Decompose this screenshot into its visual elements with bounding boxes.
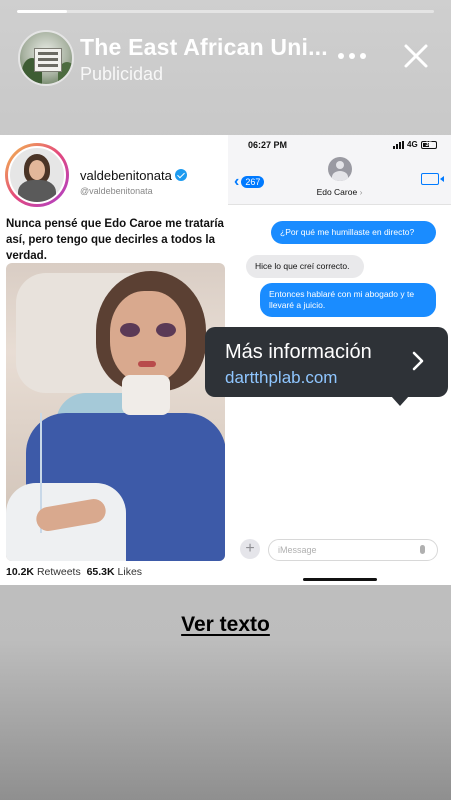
message-bubble: ¿Por qué me humillaste en directo?: [271, 221, 436, 244]
message-bubble: Entonces hablaré con mi abogado y te lle…: [260, 283, 436, 317]
chevron-right-icon[interactable]: [411, 349, 425, 373]
tooltip-title: Más información: [225, 341, 372, 363]
tweet-stats: 10.2K Retweets 65.3K Likes: [6, 566, 143, 578]
more-dots-icon: [360, 53, 366, 59]
video-call-icon: [421, 173, 439, 185]
network-label: 4G: [407, 140, 418, 149]
photo-face: [110, 291, 186, 383]
imessage-input: iMessage: [268, 539, 438, 561]
photo-eye: [120, 323, 140, 337]
photo-eye: [156, 323, 176, 337]
story-header: The East African Uni... Publicidad: [0, 26, 451, 90]
advertiser-avatar[interactable]: [18, 30, 74, 86]
status-indicators: 4G 35: [393, 140, 437, 149]
tweet-photo: [6, 263, 225, 561]
more-dots-icon: [349, 53, 355, 59]
contact-avatar: [328, 157, 352, 181]
story-progress-bar: [17, 10, 434, 13]
story-progress-fill: [17, 10, 68, 13]
tooltip-url: dartthplab.com: [225, 368, 338, 387]
tweet-author-handle: @valdebenitonata: [80, 186, 153, 196]
tweet-author-name: valdebenitonata: [80, 168, 187, 183]
status-time: 06:27 PM: [248, 140, 288, 150]
more-dots-icon: [338, 53, 344, 59]
imessage-nav-bar: 06:27 PM 4G 35 ‹ 267 Edo Caroe ›: [228, 135, 451, 205]
photo-mouth: [138, 361, 156, 367]
tweet-text: Nunca pensé que Edo Caroe me trataría as…: [6, 218, 224, 262]
avatar-building-windows: [38, 52, 58, 55]
attach-plus-icon: +: [240, 539, 260, 559]
message-bubble: Hice lo que creí correcto.: [246, 255, 364, 278]
advertiser-name[interactable]: The East African Uni...: [80, 34, 330, 61]
avatar-face: [29, 160, 45, 180]
close-icon[interactable]: [400, 40, 432, 72]
sponsored-label: Publicidad: [80, 64, 164, 84]
tweet-panel: valdebenitonata @valdebenitonata Nunca p…: [0, 135, 228, 585]
battery-icon: 35: [420, 140, 437, 149]
see-text-link[interactable]: Ver texto: [0, 613, 451, 637]
signal-icon: [393, 140, 404, 149]
more-options-button[interactable]: [338, 48, 374, 64]
tweet-avatar: [5, 143, 69, 207]
avatar-body: [18, 180, 56, 202]
home-indicator: [303, 578, 377, 581]
contact-name: Edo Caroe ›: [316, 187, 363, 197]
photo-neck-brace: [122, 375, 170, 415]
microphone-icon: [420, 545, 425, 554]
verified-badge-icon: [174, 169, 187, 181]
